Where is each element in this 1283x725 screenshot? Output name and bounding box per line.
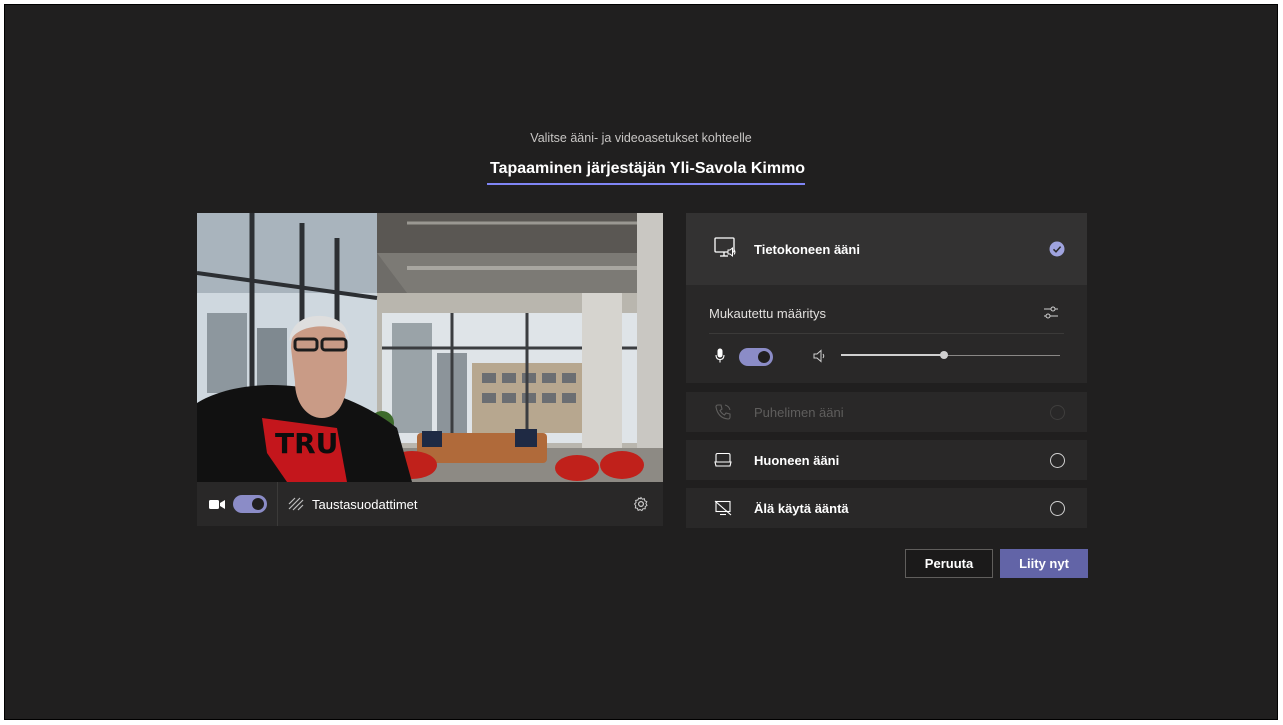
phone-audio-option: Puhelimen ääni xyxy=(686,392,1087,432)
custom-setup-label: Mukautettu määritys xyxy=(709,306,827,321)
shirt-print: TRU xyxy=(275,427,338,460)
camera-preview-image: TRU xyxy=(197,213,663,482)
camera-toggle[interactable] xyxy=(233,495,267,513)
video-preview: TRU xyxy=(197,213,663,482)
computer-speaker-icon xyxy=(714,237,738,264)
room-device-icon xyxy=(713,452,733,468)
no-audio-radio[interactable] xyxy=(1050,500,1065,516)
slider-thumb[interactable] xyxy=(940,351,948,359)
no-audio-option[interactable]: Älä käytä ääntä xyxy=(686,488,1087,528)
cancel-button[interactable]: Peruuta xyxy=(905,549,993,578)
video-settings-gear-icon[interactable] xyxy=(633,496,649,512)
background-filters-button[interactable]: Taustasuodattimet xyxy=(312,497,418,512)
divider xyxy=(277,482,278,526)
phone-icon xyxy=(713,403,733,421)
phone-audio-radio xyxy=(1050,404,1065,420)
join-now-button[interactable]: Liity nyt xyxy=(1000,549,1088,578)
audio-settings-sliders-icon[interactable] xyxy=(1043,305,1059,326)
camera-icon xyxy=(209,499,225,510)
phone-audio-label: Puhelimen ääni xyxy=(754,404,844,420)
slider-fill xyxy=(841,354,944,356)
microphone-toggle[interactable] xyxy=(739,348,773,366)
prejoin-subtitle: Valitse ääni- ja videoasetukset kohteell… xyxy=(530,131,752,145)
room-audio-label: Huoneen ääni xyxy=(754,452,840,468)
divider xyxy=(709,333,1064,334)
selected-check-icon xyxy=(1049,241,1065,262)
audio-off-icon xyxy=(713,500,733,516)
room-audio-option[interactable]: Huoneen ääni xyxy=(686,440,1087,480)
no-audio-label: Älä käytä ääntä xyxy=(754,500,849,516)
background-filters-icon[interactable] xyxy=(288,497,304,511)
room-audio-radio[interactable] xyxy=(1050,452,1065,468)
meeting-title: Tapaaminen järjestäjän Yli-Savola Kimmo xyxy=(487,157,805,185)
microphone-icon xyxy=(715,348,725,368)
custom-audio-setup: Mukautettu määritys xyxy=(686,285,1087,383)
video-controls-bar: Taustasuodattimet xyxy=(197,482,663,526)
computer-audio-option[interactable]: Tietokoneen ääni xyxy=(686,213,1087,285)
speaker-volume-icon xyxy=(813,349,827,368)
computer-audio-label: Tietokoneen ääni xyxy=(754,242,860,257)
speaker-volume-slider[interactable] xyxy=(841,350,1060,360)
